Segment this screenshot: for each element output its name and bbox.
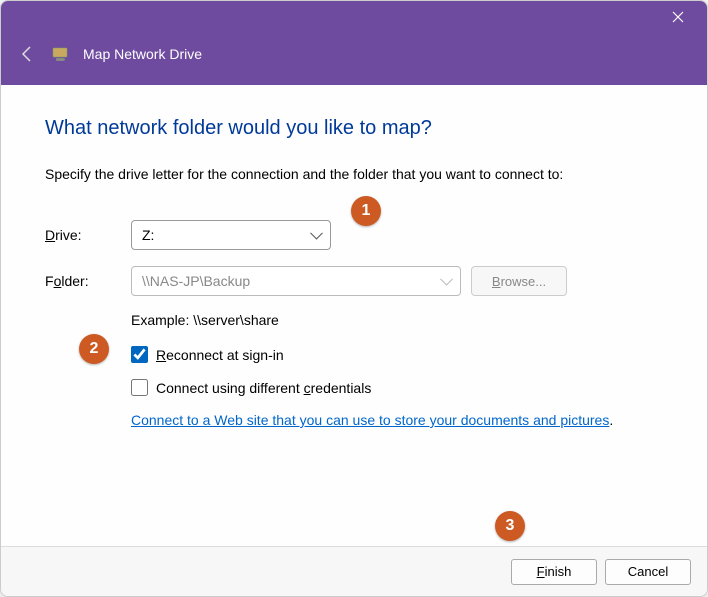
network-drive-icon <box>51 44 71 64</box>
folder-row: Folder: Browse... <box>45 266 663 296</box>
window-title: Map Network Drive <box>83 46 202 62</box>
page-heading: What network folder would you like to ma… <box>45 117 663 140</box>
browse-button[interactable]: Browse... <box>471 266 567 296</box>
diffcred-row: Connect using different credentials <box>131 379 663 396</box>
titlebar <box>1 1 707 33</box>
annotation-badge-1: 1 <box>351 196 381 226</box>
drive-label: Drive: <box>45 227 131 243</box>
cancel-button[interactable]: Cancel <box>605 559 691 585</box>
drive-row: Drive: <box>45 220 663 250</box>
folder-input[interactable] <box>131 266 461 296</box>
finish-button[interactable]: Finish <box>511 559 597 585</box>
page-subtitle: Specify the drive letter for the connect… <box>45 166 663 182</box>
annotation-badge-3: 3 <box>495 511 525 541</box>
reconnect-row: Reconnect at sign-in <box>131 346 663 363</box>
website-link[interactable]: Connect to a Web site that you can use t… <box>131 412 609 428</box>
annotation-badge-2: 2 <box>79 334 109 364</box>
diffcred-label[interactable]: Connect using different credentials <box>156 380 371 396</box>
back-arrow-icon[interactable] <box>15 45 39 63</box>
content-area: What network folder would you like to ma… <box>1 85 707 546</box>
example-text: Example: \\server\share <box>131 312 663 328</box>
reconnect-checkbox[interactable] <box>131 346 148 363</box>
map-network-drive-window: Map Network Drive What network folder wo… <box>0 0 708 597</box>
drive-select[interactable] <box>131 220 331 250</box>
header-bar: Map Network Drive <box>1 33 707 85</box>
footer: Finish Cancel <box>1 546 707 596</box>
reconnect-label[interactable]: Reconnect at sign-in <box>156 347 284 363</box>
website-link-row: Connect to a Web site that you can use t… <box>131 412 663 428</box>
folder-label: Folder: <box>45 273 131 289</box>
link-tail: . <box>609 412 613 428</box>
close-icon[interactable] <box>667 6 689 28</box>
diffcred-checkbox[interactable] <box>131 379 148 396</box>
